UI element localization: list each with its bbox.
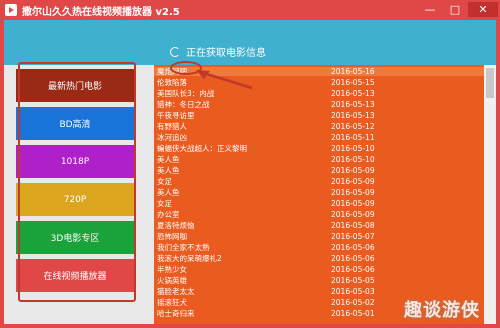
movie-row[interactable]: 冰河追凶 2016-05-11 [154, 133, 484, 142]
movie-list[interactable]: 魔炮网吧 2016-05-16 伦敦陷落 2016-05-15 美国队长3：内战 2016… [154, 65, 484, 324]
movie-row[interactable]: 我滚大的呆萌爆礼2 2016-05-06 [154, 254, 484, 263]
movie-row[interactable]: 蝙蝠侠大战超人：正义黎明 2016-05-10 [154, 144, 484, 153]
movie-date: 2016-05-09 [331, 188, 375, 197]
movie-date: 2016-05-09 [331, 166, 375, 175]
play-icon [5, 4, 17, 16]
app-window: 撒尔山久久热在线视频播放器 v2.5 — □ ✕ 正在获取电影信息 最新热门电影… [0, 0, 500, 328]
scrollbar-thumb[interactable] [486, 68, 494, 98]
nav-button-3[interactable]: 1018P [16, 145, 134, 178]
movie-row[interactable]: 猎神：冬日之战 2016-05-13 [154, 100, 484, 109]
movie-date: 2016-05-02 [331, 298, 375, 307]
nav-button-1[interactable]: 最新热门电影 [16, 69, 134, 102]
movie-row[interactable]: 恐怖网咖 2016-05-07 [154, 232, 484, 241]
movie-row[interactable]: 美人鱼 2016-05-09 [154, 188, 484, 197]
nav-button-label: 720P [63, 194, 87, 205]
movie-title: 美人鱼 [157, 155, 180, 164]
movie-date: 2016-05-09 [331, 177, 375, 186]
movie-title: 蝙蝠侠大战超人：正义黎明 [157, 144, 247, 153]
movie-row[interactable]: 猫脸老太太 2016-05-03 [154, 287, 484, 296]
movie-title: 女足 [157, 177, 172, 186]
nav-button-label: 最新热门电影 [47, 82, 102, 92]
movie-date: 2016-05-13 [331, 111, 375, 120]
movie-date: 2016-05-09 [331, 199, 375, 208]
loading-status: 正在获取电影信息 [170, 44, 266, 59]
movie-date: 2016-05-06 [331, 265, 375, 274]
nav-button-2[interactable]: BD高清 [16, 107, 134, 140]
movie-row[interactable]: 午夜寻访里 2016-05-13 [154, 111, 484, 120]
movie-title: 冰河追凶 [157, 133, 187, 142]
movie-title: 火锅英雄 [157, 276, 187, 285]
movie-title: 美人鱼 [157, 188, 180, 197]
watermark: 趣谈游侠 [404, 300, 480, 321]
movie-row[interactable]: 火锅英雄 2016-05-05 [154, 276, 484, 285]
list-scrollbar[interactable] [484, 65, 496, 324]
movie-title: 猫脸老太太 [157, 287, 195, 296]
minimize-button[interactable]: — [418, 2, 442, 17]
movie-title: 半熟少女 [157, 265, 187, 274]
movie-title: 午夜寻访里 [157, 111, 195, 120]
movie-date: 2016-05-10 [331, 144, 375, 153]
movie-title: 女足 [157, 199, 172, 208]
movie-title: 恐怖网咖 [157, 232, 187, 241]
movie-row[interactable]: 美人鱼 2016-05-10 [154, 155, 484, 164]
movie-row[interactable]: 夏洛特烦恼 2016-05-08 [154, 221, 484, 230]
movie-date: 2016-05-09 [331, 210, 375, 219]
movie-date: 2016-05-03 [331, 287, 375, 296]
close-button[interactable]: ✕ [468, 2, 498, 17]
movie-title: 美人鱼 [157, 166, 180, 175]
movie-date: 2016-05-15 [331, 78, 375, 87]
movie-title: 办公室 [157, 210, 180, 219]
movie-row[interactable]: 女足 2016-05-09 [154, 177, 484, 186]
movie-title: 我滚大的呆萌爆礼2 [157, 254, 222, 263]
nav-button-label: 3D电影专区 [50, 234, 100, 244]
movie-date: 2016-05-08 [331, 221, 375, 230]
movie-title: 有野猎人 [157, 122, 187, 131]
annotation-arrow-icon [170, 61, 253, 90]
movie-row[interactable]: 美人鱼 2016-05-09 [154, 166, 484, 175]
maximize-button[interactable]: □ [443, 2, 467, 17]
movie-row[interactable]: 有野猎人 2016-05-12 [154, 122, 484, 131]
movie-row[interactable]: 我们全家不太熟 2016-05-06 [154, 243, 484, 252]
nav-button-label: 1018P [60, 156, 90, 167]
movie-date: 2016-05-01 [331, 309, 375, 318]
movie-date: 2016-05-06 [331, 254, 375, 263]
window-title: 撒尔山久久热在线视频播放器 v2.5 [22, 7, 180, 18]
movie-title: 哈士奇归来 [157, 309, 195, 318]
movie-date: 2016-05-07 [331, 232, 375, 241]
nav-button-5[interactable]: 3D电影专区 [16, 221, 134, 254]
movie-title: 我们全家不太熟 [157, 243, 210, 252]
nav-button-6[interactable]: 在线视频播放器 [16, 259, 134, 292]
nav-button-label: 在线视频播放器 [43, 272, 107, 282]
movie-date: 2016-05-05 [331, 276, 375, 285]
movie-date: 2016-05-16 [331, 67, 375, 76]
movie-date: 2016-05-06 [331, 243, 375, 252]
movie-row[interactable]: 半熟少女 2016-05-06 [154, 265, 484, 274]
movie-date: 2016-05-13 [331, 100, 375, 109]
nav-button-label: BD高清 [59, 120, 91, 130]
spinner-icon [170, 47, 180, 57]
movie-date: 2016-05-10 [331, 155, 375, 164]
movie-date: 2016-05-11 [331, 133, 375, 142]
movie-title: 猎神：冬日之战 [157, 100, 210, 109]
movie-title: 夏洛特烦恼 [157, 221, 195, 230]
title-bar[interactable]: 撒尔山久久热在线视频播放器 v2.5 — □ ✕ [0, 0, 500, 20]
movie-date: 2016-05-12 [331, 122, 375, 131]
movie-row[interactable]: 办公室 2016-05-09 [154, 210, 484, 219]
movie-date: 2016-05-13 [331, 89, 375, 98]
movie-title: 摇滚狂犬 [157, 298, 187, 307]
movie-row[interactable]: 女足 2016-05-09 [154, 199, 484, 208]
nav-button-4[interactable]: 720P [16, 183, 134, 216]
